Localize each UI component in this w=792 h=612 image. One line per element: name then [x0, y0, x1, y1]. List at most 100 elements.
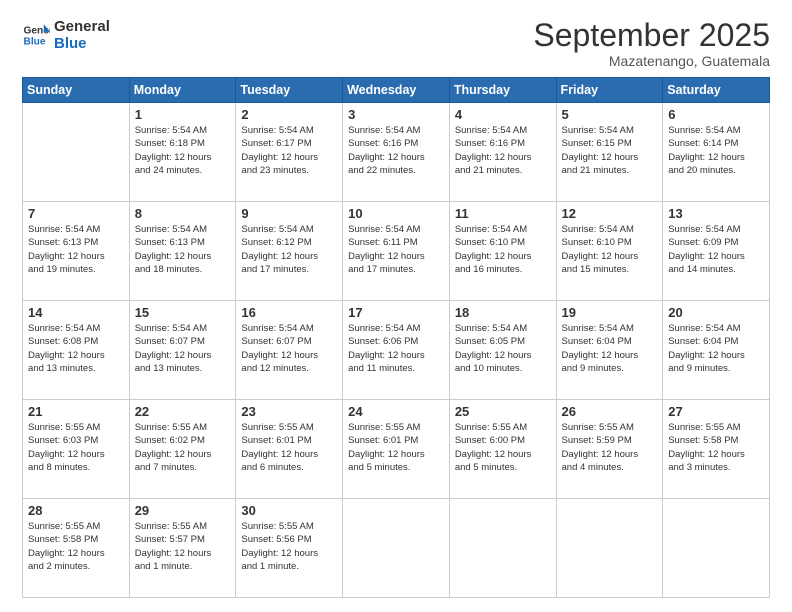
logo-line1: General — [54, 18, 110, 35]
day-cell: 11 Sunrise: 5:54 AM Sunset: 6:10 PM Dayli… — [449, 202, 556, 301]
day-number: 29 — [135, 503, 231, 518]
day-cell: 1 Sunrise: 5:54 AM Sunset: 6:18 PM Daylig… — [129, 103, 236, 202]
day-info: Sunrise: 5:54 AM Sunset: 6:10 PM Dayligh… — [562, 223, 658, 276]
col-header-tuesday: Tuesday — [236, 78, 343, 103]
day-cell: 24 Sunrise: 5:55 AM Sunset: 6:01 PM Dayli… — [343, 400, 450, 499]
day-number: 14 — [28, 305, 124, 320]
day-cell: 22 Sunrise: 5:55 AM Sunset: 6:02 PM Dayli… — [129, 400, 236, 499]
day-info: Sunrise: 5:54 AM Sunset: 6:14 PM Dayligh… — [668, 124, 764, 177]
day-info: Sunrise: 5:55 AM Sunset: 5:56 PM Dayligh… — [241, 520, 337, 573]
day-cell — [663, 499, 770, 598]
day-number: 3 — [348, 107, 444, 122]
logo-icon: General Blue — [22, 21, 50, 49]
day-cell: 30 Sunrise: 5:55 AM Sunset: 5:56 PM Dayli… — [236, 499, 343, 598]
header-row: SundayMondayTuesdayWednesdayThursdayFrid… — [23, 78, 770, 103]
title-block: September 2025 Mazatenango, Guatemala — [533, 18, 770, 69]
day-cell: 27 Sunrise: 5:55 AM Sunset: 5:58 PM Dayli… — [663, 400, 770, 499]
day-info: Sunrise: 5:55 AM Sunset: 6:00 PM Dayligh… — [455, 421, 551, 474]
day-info: Sunrise: 5:54 AM Sunset: 6:12 PM Dayligh… — [241, 223, 337, 276]
day-number: 1 — [135, 107, 231, 122]
day-number: 15 — [135, 305, 231, 320]
day-cell: 7Sunrise: 5:54 AM Sunset: 6:13 PM Daylig… — [23, 202, 130, 301]
day-info: Sunrise: 5:54 AM Sunset: 6:05 PM Dayligh… — [455, 322, 551, 375]
day-number: 28 — [28, 503, 124, 518]
day-cell: 21 Sunrise: 5:55 AM Sunset: 6:03 PM Dayli… — [23, 400, 130, 499]
logo: General Blue General Blue — [22, 18, 110, 53]
day-cell: 25 Sunrise: 5:55 AM Sunset: 6:00 PM Dayli… — [449, 400, 556, 499]
day-cell: 3 Sunrise: 5:54 AM Sunset: 6:16 PM Daylig… — [343, 103, 450, 202]
day-cell: 18 Sunrise: 5:54 AM Sunset: 6:05 PM Dayli… — [449, 301, 556, 400]
day-number: 11 — [455, 206, 551, 221]
day-info: Sunrise: 5:54 AM Sunset: 6:07 PM Dayligh… — [135, 322, 231, 375]
day-cell: 13 Sunrise: 5:54 AM Sunset: 6:09 PM Dayli… — [663, 202, 770, 301]
day-info: Sunrise: 5:55 AM Sunset: 6:01 PM Dayligh… — [241, 421, 337, 474]
day-info: Sunrise: 5:54 AM Sunset: 6:07 PM Dayligh… — [241, 322, 337, 375]
day-cell: 4Sunrise: 5:54 AM Sunset: 6:16 PM Daylig… — [449, 103, 556, 202]
col-header-monday: Monday — [129, 78, 236, 103]
day-number: 8 — [135, 206, 231, 221]
day-number: 22 — [135, 404, 231, 419]
day-info: Sunrise: 5:54 AM Sunset: 6:09 PM Dayligh… — [668, 223, 764, 276]
day-number: 27 — [668, 404, 764, 419]
day-info: Sunrise: 5:55 AM Sunset: 5:57 PM Dayligh… — [135, 520, 231, 573]
day-number: 18 — [455, 305, 551, 320]
day-info: Sunrise: 5:54 AM Sunset: 6:18 PM Dayligh… — [135, 124, 231, 177]
day-info: Sunrise: 5:54 AM Sunset: 6:10 PM Dayligh… — [455, 223, 551, 276]
month-title: September 2025 — [533, 18, 770, 53]
day-info: Sunrise: 5:55 AM Sunset: 5:58 PM Dayligh… — [28, 520, 124, 573]
day-info: Sunrise: 5:54 AM Sunset: 6:04 PM Dayligh… — [668, 322, 764, 375]
day-info: Sunrise: 5:54 AM Sunset: 6:11 PM Dayligh… — [348, 223, 444, 276]
col-header-sunday: Sunday — [23, 78, 130, 103]
week-row-5: 28 Sunrise: 5:55 AM Sunset: 5:58 PM Dayli… — [23, 499, 770, 598]
day-info: Sunrise: 5:54 AM Sunset: 6:08 PM Dayligh… — [28, 322, 124, 375]
day-cell: 29 Sunrise: 5:55 AM Sunset: 5:57 PM Dayli… — [129, 499, 236, 598]
day-cell: 14 Sunrise: 5:54 AM Sunset: 6:08 PM Dayli… — [23, 301, 130, 400]
location: Mazatenango, Guatemala — [533, 53, 770, 69]
day-info: Sunrise: 5:55 AM Sunset: 6:01 PM Dayligh… — [348, 421, 444, 474]
day-number: 4 — [455, 107, 551, 122]
day-cell: 8 Sunrise: 5:54 AM Sunset: 6:13 PM Daylig… — [129, 202, 236, 301]
day-cell: 15 Sunrise: 5:54 AM Sunset: 6:07 PM Dayli… — [129, 301, 236, 400]
day-number: 6 — [668, 107, 764, 122]
day-number: 23 — [241, 404, 337, 419]
col-header-saturday: Saturday — [663, 78, 770, 103]
calendar-table: SundayMondayTuesdayWednesdayThursdayFrid… — [22, 77, 770, 598]
week-row-2: 7Sunrise: 5:54 AM Sunset: 6:13 PM Daylig… — [23, 202, 770, 301]
day-number: 25 — [455, 404, 551, 419]
day-info: Sunrise: 5:54 AM Sunset: 6:13 PM Dayligh… — [135, 223, 231, 276]
day-cell: 23 Sunrise: 5:55 AM Sunset: 6:01 PM Dayli… — [236, 400, 343, 499]
day-cell: 10 Sunrise: 5:54 AM Sunset: 6:11 PM Dayli… — [343, 202, 450, 301]
header: General Blue General Blue September 2025… — [22, 18, 770, 69]
day-number: 10 — [348, 206, 444, 221]
day-info: Sunrise: 5:54 AM Sunset: 6:06 PM Dayligh… — [348, 322, 444, 375]
day-number: 24 — [348, 404, 444, 419]
day-number: 2 — [241, 107, 337, 122]
day-info: Sunrise: 5:54 AM Sunset: 6:04 PM Dayligh… — [562, 322, 658, 375]
week-row-4: 21 Sunrise: 5:55 AM Sunset: 6:03 PM Dayli… — [23, 400, 770, 499]
day-number: 13 — [668, 206, 764, 221]
day-cell: 20Sunrise: 5:54 AM Sunset: 6:04 PM Dayli… — [663, 301, 770, 400]
day-number: 30 — [241, 503, 337, 518]
day-info: Sunrise: 5:55 AM Sunset: 5:58 PM Dayligh… — [668, 421, 764, 474]
day-number: 5 — [562, 107, 658, 122]
day-cell: 26 Sunrise: 5:55 AM Sunset: 5:59 PM Dayli… — [556, 400, 663, 499]
day-cell: 19 Sunrise: 5:54 AM Sunset: 6:04 PM Dayli… — [556, 301, 663, 400]
day-info: Sunrise: 5:54 AM Sunset: 6:13 PM Dayligh… — [28, 223, 124, 276]
col-header-thursday: Thursday — [449, 78, 556, 103]
day-cell: 17 Sunrise: 5:54 AM Sunset: 6:06 PM Dayli… — [343, 301, 450, 400]
day-number: 16 — [241, 305, 337, 320]
svg-text:Blue: Blue — [24, 37, 46, 48]
day-cell: 28 Sunrise: 5:55 AM Sunset: 5:58 PM Dayli… — [23, 499, 130, 598]
week-row-3: 14 Sunrise: 5:54 AM Sunset: 6:08 PM Dayli… — [23, 301, 770, 400]
week-row-1: 1 Sunrise: 5:54 AM Sunset: 6:18 PM Daylig… — [23, 103, 770, 202]
day-number: 19 — [562, 305, 658, 320]
day-info: Sunrise: 5:55 AM Sunset: 6:03 PM Dayligh… — [28, 421, 124, 474]
day-number: 21 — [28, 404, 124, 419]
day-info: Sunrise: 5:54 AM Sunset: 6:15 PM Dayligh… — [562, 124, 658, 177]
day-info: Sunrise: 5:55 AM Sunset: 6:02 PM Dayligh… — [135, 421, 231, 474]
day-number: 26 — [562, 404, 658, 419]
day-info: Sunrise: 5:55 AM Sunset: 5:59 PM Dayligh… — [562, 421, 658, 474]
day-number: 17 — [348, 305, 444, 320]
day-info: Sunrise: 5:54 AM Sunset: 6:16 PM Dayligh… — [348, 124, 444, 177]
day-cell — [343, 499, 450, 598]
